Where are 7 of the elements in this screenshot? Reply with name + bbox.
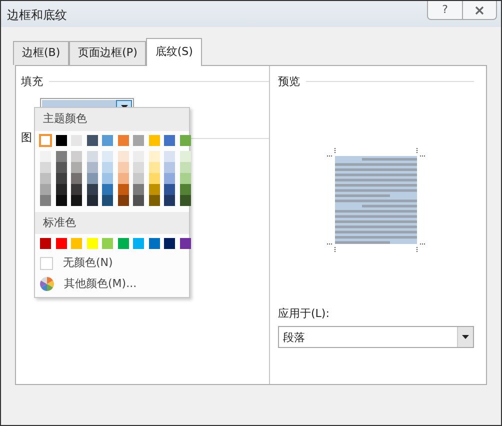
menu-heading: 标准色 bbox=[35, 212, 189, 234]
window-title: 边框和底纹 bbox=[7, 7, 67, 24]
menu-heading: 主题颜色 bbox=[35, 108, 189, 130]
section-label: 图 bbox=[21, 130, 32, 146]
section-label: 预览 bbox=[278, 74, 300, 90]
section-label: 填充 bbox=[21, 74, 43, 90]
field-label: 应用于(L): bbox=[278, 306, 330, 322]
